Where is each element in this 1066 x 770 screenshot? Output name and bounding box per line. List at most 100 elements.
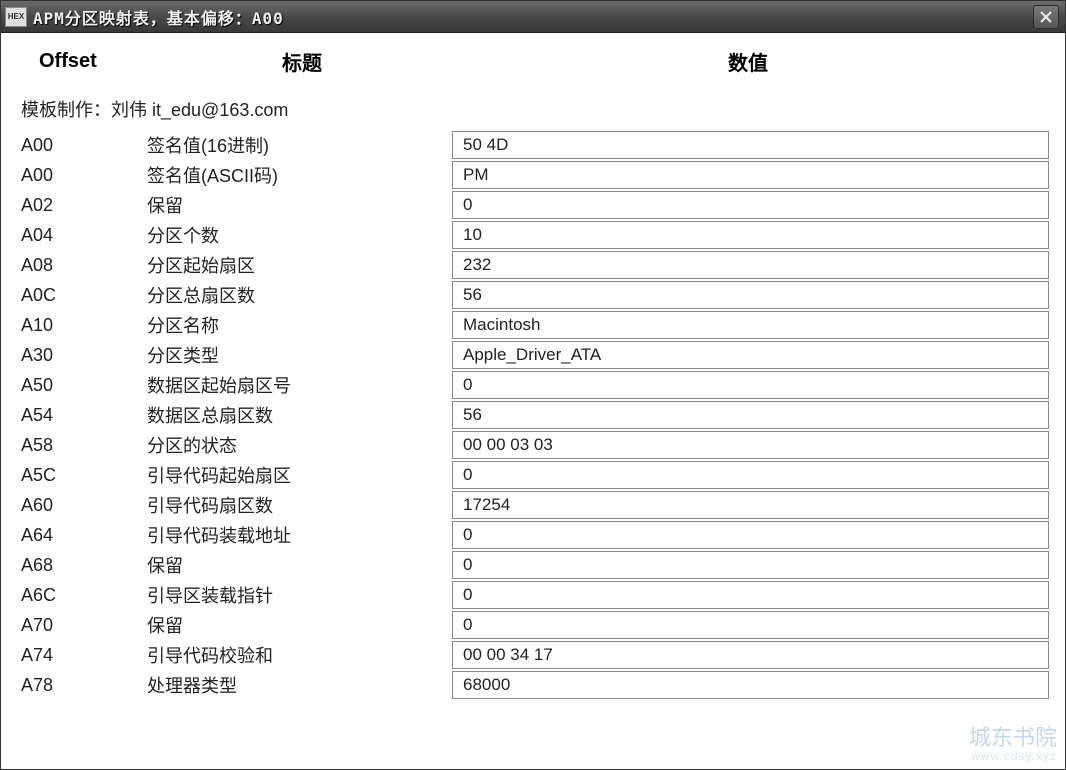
content-area: Offset 标题 数值 模板制作：刘伟 it_edu@163.com A00签…	[1, 33, 1065, 769]
value-input[interactable]	[452, 161, 1049, 189]
value-cell	[452, 191, 1049, 219]
title-cell: 分区类型	[147, 342, 452, 368]
value-input[interactable]	[452, 401, 1049, 429]
table-row: A08分区起始扇区	[17, 250, 1049, 280]
offset-cell: A70	[17, 615, 147, 636]
value-input[interactable]	[452, 191, 1049, 219]
value-cell	[452, 221, 1049, 249]
value-cell	[452, 341, 1049, 369]
offset-cell: A02	[17, 195, 147, 216]
title-cell: 分区名称	[147, 312, 452, 338]
offset-cell: A30	[17, 345, 147, 366]
value-input[interactable]	[452, 581, 1049, 609]
title-cell: 分区的状态	[147, 432, 452, 458]
table-row: A50数据区起始扇区号	[17, 370, 1049, 400]
offset-cell: A08	[17, 255, 147, 276]
table-row: A60引导代码扇区数	[17, 490, 1049, 520]
offset-cell: A0C	[17, 285, 147, 306]
title-cell: 数据区总扇区数	[147, 402, 452, 428]
watermark: 城东书院 www.cdsy.xyz	[969, 727, 1057, 763]
title-cell: 保留	[147, 612, 452, 638]
table-row: A02保留	[17, 190, 1049, 220]
value-cell	[452, 461, 1049, 489]
value-cell	[452, 611, 1049, 639]
offset-cell: A6C	[17, 585, 147, 606]
value-input[interactable]	[452, 221, 1049, 249]
value-cell	[452, 401, 1049, 429]
title-cell: 签名值(16进制)	[147, 132, 452, 158]
value-input[interactable]	[452, 371, 1049, 399]
value-cell	[452, 131, 1049, 159]
title-cell: 保留	[147, 552, 452, 578]
data-rows: A00签名值(16进制)A00签名值(ASCII码)A02保留A04分区个数A0…	[17, 130, 1049, 700]
value-cell	[452, 491, 1049, 519]
title-cell: 数据区起始扇区号	[147, 372, 452, 398]
header-value: 数值	[447, 47, 1049, 76]
value-input[interactable]	[452, 641, 1049, 669]
value-input[interactable]	[452, 281, 1049, 309]
column-headers: Offset 标题 数值	[17, 43, 1049, 94]
offset-cell: A00	[17, 135, 147, 156]
header-offset: Offset	[17, 50, 157, 73]
offset-cell: A60	[17, 495, 147, 516]
value-input[interactable]	[452, 551, 1049, 579]
table-row: A0C分区总扇区数	[17, 280, 1049, 310]
value-input[interactable]	[452, 131, 1049, 159]
table-row: A10分区名称	[17, 310, 1049, 340]
title-cell: 保留	[147, 192, 452, 218]
title-cell: 分区个数	[147, 222, 452, 248]
header-title: 标题	[157, 47, 447, 76]
value-input[interactable]	[452, 251, 1049, 279]
table-row: A70保留	[17, 610, 1049, 640]
table-row: A6C引导区装载指针	[17, 580, 1049, 610]
value-cell	[452, 581, 1049, 609]
offset-cell: A50	[17, 375, 147, 396]
value-input[interactable]	[452, 431, 1049, 459]
offset-cell: A68	[17, 555, 147, 576]
title-cell: 引导代码校验和	[147, 642, 452, 668]
value-cell	[452, 251, 1049, 279]
offset-cell: A04	[17, 225, 147, 246]
value-cell	[452, 371, 1049, 399]
titlebar[interactable]: HEX APM分区映射表，基本偏移：A00	[1, 1, 1065, 33]
table-row: A74引导代码校验和	[17, 640, 1049, 670]
title-cell: 分区起始扇区	[147, 252, 452, 278]
value-input[interactable]	[452, 521, 1049, 549]
value-input[interactable]	[452, 491, 1049, 519]
title-cell: 引导代码扇区数	[147, 492, 452, 518]
offset-cell: A78	[17, 675, 147, 696]
table-row: A04分区个数	[17, 220, 1049, 250]
table-row: A78处理器类型	[17, 670, 1049, 700]
value-cell	[452, 671, 1049, 699]
value-cell	[452, 551, 1049, 579]
table-row: A00签名值(16进制)	[17, 130, 1049, 160]
table-row: A5C引导代码起始扇区	[17, 460, 1049, 490]
close-button[interactable]	[1033, 5, 1059, 29]
value-input[interactable]	[452, 671, 1049, 699]
table-row: A00签名值(ASCII码)	[17, 160, 1049, 190]
value-cell	[452, 431, 1049, 459]
table-row: A54数据区总扇区数	[17, 400, 1049, 430]
author-line: 模板制作：刘伟 it_edu@163.com	[17, 94, 1049, 130]
title-cell: 签名值(ASCII码)	[147, 162, 452, 188]
window-title: APM分区映射表，基本偏移：A00	[33, 5, 1033, 29]
title-cell: 引导代码装载地址	[147, 522, 452, 548]
value-cell	[452, 311, 1049, 339]
close-icon	[1039, 10, 1053, 24]
offset-cell: A74	[17, 645, 147, 666]
value-input[interactable]	[452, 311, 1049, 339]
value-cell	[452, 641, 1049, 669]
title-cell: 引导代码起始扇区	[147, 462, 452, 488]
value-cell	[452, 161, 1049, 189]
offset-cell: A00	[17, 165, 147, 186]
app-icon: HEX	[5, 7, 27, 27]
value-input[interactable]	[452, 611, 1049, 639]
watermark-sub: www.cdsy.xyz	[969, 749, 1057, 763]
title-cell: 处理器类型	[147, 672, 452, 698]
value-input[interactable]	[452, 461, 1049, 489]
value-cell	[452, 521, 1049, 549]
title-cell: 分区总扇区数	[147, 282, 452, 308]
value-input[interactable]	[452, 341, 1049, 369]
value-cell	[452, 281, 1049, 309]
offset-cell: A64	[17, 525, 147, 546]
